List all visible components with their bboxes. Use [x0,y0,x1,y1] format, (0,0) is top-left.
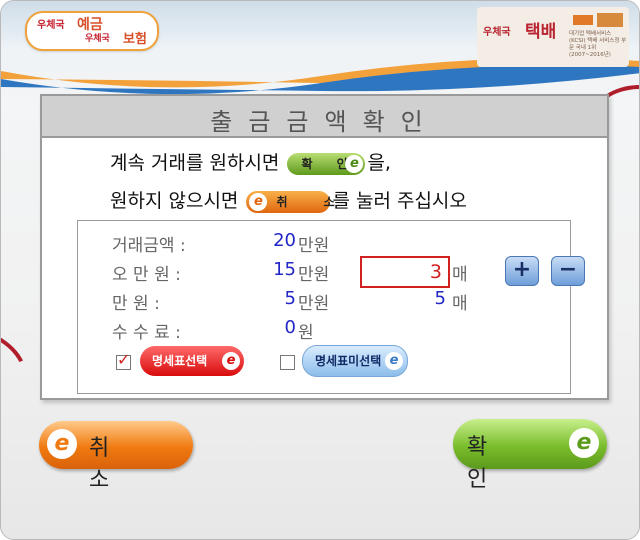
logo-text: 우체국 [85,34,110,44]
award-text: 대기업 택배서비스(KCSI) 택배 서비스정 부문 국내 1위 (2007~2… [569,31,627,58]
cancel-button-label: 취소 [89,436,166,493]
inline-confirm-badge: 확 인e [287,152,366,175]
instruction-text: 을, [367,152,391,174]
fifty-k-quantity-input[interactable]: 3 [360,256,450,288]
instruction-text: 계속 거래를 원하시면 [110,152,280,174]
instruction-text: 원하지 않으시면 [110,190,239,212]
atm-screen: 우체국 예금 우체국 보험 우체국 택배 대기업 택배서비스(KCSI) 택배 … [0,0,640,540]
e-logo-icon: e [345,154,364,173]
row-unit: 만원 [298,294,330,314]
logo-text: 우체국 [483,27,511,38]
logo-text: 보험 [123,32,147,47]
decrease-button[interactable]: − [551,256,585,286]
statement-select-checkbox[interactable]: ✓ [116,350,131,370]
ten-k-quantity-value: 5 [434,288,446,309]
row-label-50k: 오 만 원 : [112,265,181,285]
award-mark-icon [573,15,593,25]
confirm-button[interactable]: 확인 e [453,419,607,492]
row-unit: 원 [298,323,314,343]
row-label-total: 거래금액 : [112,236,186,256]
statement-no-select-label: 명세표미선택 [315,354,382,368]
row-unit: 만원 [298,265,330,285]
withdrawal-confirm-panel: 출금금액확인 계속 거래를 원하시면 확 인 e 을, 원하지 않으시면 e취 소를… [40,94,609,400]
instruction-line-2: 원하지 않으시면 e취 소를 눌러 주십시오 [110,186,467,213]
postal-bank-logo: 우체국 예금 우체국 보험 [25,11,159,51]
panel-title-bar: 출금금액확인 [42,96,607,138]
row-value-50k: 15 [273,259,296,280]
e-logo-icon: e [385,352,403,370]
e-logo-icon: e [249,192,268,211]
count-unit: 매 [452,294,468,314]
decorative-curve [1,313,39,417]
logo-text: 택배 [525,22,557,42]
amount-detail-box: 거래금액 : 20 만원 오 만 원 : 15 만원 3 매 + − 만 원 :… [77,220,585,394]
instruction-text: 를 눌러 주십시오 [332,190,467,212]
badge-label: 취 소 [276,194,351,209]
page-title: 출금금액확인 [210,108,439,136]
e-logo-icon: e [569,428,599,458]
row-unit: 만원 [298,236,330,256]
row-value-fee: 0 [284,317,296,338]
postal-parcel-logo: 우체국 택배 대기업 택배서비스(KCSI) 택배 서비스정 부문 국내 1위 … [477,7,629,67]
statement-select-label: 명세표선택 [152,354,208,368]
row-label-10k: 만 원 : [112,294,160,314]
inline-cancel-badge: e취 소 [246,190,335,213]
e-logo-icon: e [47,429,77,459]
award-badge-icon [597,13,623,27]
row-label-fee: 수 수 료 : [112,323,181,343]
statement-no-select-checkbox[interactable] [280,355,295,370]
count-unit: 매 [452,265,468,285]
increase-button[interactable]: + [505,256,539,286]
row-value-10k: 5 [284,288,296,309]
instruction-line-1: 계속 거래를 원하시면 확 인 e 을, [110,148,391,175]
statement-select-button[interactable]: 명세표선택 e [140,346,244,376]
fifty-k-quantity-value: 3 [429,261,442,283]
e-logo-icon: e [222,352,240,370]
logo-text: 우체국 [37,20,65,31]
statement-no-select-button[interactable]: 명세표미선택 e [302,345,408,377]
cancel-button[interactable]: e 취소 [39,421,193,493]
check-mark-icon: ✓ [117,350,131,369]
row-value-total: 20 [273,230,296,251]
